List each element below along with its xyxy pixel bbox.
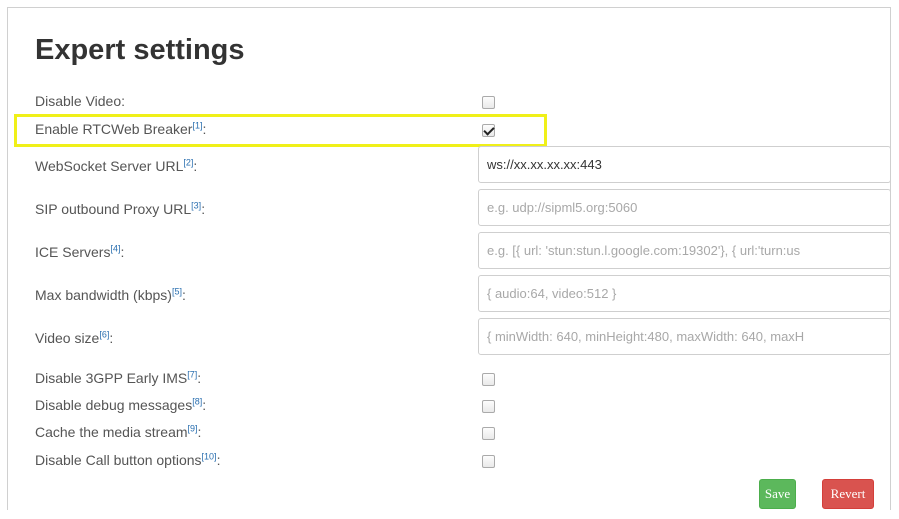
label-disable-video: Disable Video:: [35, 93, 125, 109]
cache-media-checkbox[interactable]: [482, 427, 495, 440]
enable-rtcweb-breaker-checkbox[interactable]: [482, 124, 495, 137]
save-button[interactable]: Save: [759, 479, 796, 509]
label-colon: :: [197, 370, 202, 386]
label-text: Disable debug messages: [35, 397, 193, 413]
footnote-link[interactable]: [1]: [192, 120, 202, 130]
footnote-link[interactable]: [8]: [192, 396, 202, 406]
label-text: Video size: [35, 330, 100, 346]
footnote-link[interactable]: [2]: [183, 157, 193, 167]
label-websocket-url: WebSocket Server URL[2]:: [35, 158, 197, 174]
label-text: ICE Servers: [35, 244, 111, 260]
max-bandwidth-input[interactable]: { audio:64, video:512 }: [478, 275, 891, 312]
label-disable-3gpp: Disable 3GPP Early IMS[7]:: [35, 370, 201, 386]
label-text: Disable Video: [35, 93, 122, 109]
revert-button[interactable]: Revert: [822, 479, 874, 509]
page-title: Expert settings: [35, 34, 245, 66]
label-disable-call-options: Disable Call button options[10]:: [35, 452, 220, 468]
label-colon: :: [121, 93, 126, 109]
label-colon: :: [201, 201, 206, 217]
label-colon: :: [197, 424, 202, 440]
label-text: Disable Call button options: [35, 452, 202, 468]
label-colon: :: [120, 244, 125, 260]
ice-servers-input[interactable]: e.g. [{ url: 'stun:stun.l.google.com:193…: [478, 232, 891, 269]
disable-call-options-checkbox[interactable]: [482, 455, 495, 468]
label-ice-servers: ICE Servers[4]:: [35, 244, 124, 260]
label-colon: :: [202, 121, 207, 137]
label-sip-proxy-url: SIP outbound Proxy URL[3]:: [35, 201, 205, 217]
disable-debug-checkbox[interactable]: [482, 400, 495, 413]
footnote-link[interactable]: [10]: [202, 451, 217, 461]
label-colon: :: [193, 158, 198, 174]
label-colon: :: [202, 397, 207, 413]
label-disable-debug: Disable debug messages[8]:: [35, 397, 206, 413]
footnote-link[interactable]: [5]: [172, 286, 182, 296]
video-size-input[interactable]: { minWidth: 640, minHeight:480, maxWidth…: [478, 318, 891, 355]
label-text: Disable 3GPP Early IMS: [35, 370, 188, 386]
label-colon: :: [109, 330, 114, 346]
label-enable-rtcweb-breaker: Enable RTCWeb Breaker[1]:: [35, 121, 206, 137]
footnote-link[interactable]: [9]: [188, 423, 198, 433]
label-colon: :: [181, 287, 186, 303]
websocket-url-input[interactable]: ws://xx.xx.xx.xx:443: [478, 146, 891, 183]
disable-video-checkbox[interactable]: [482, 96, 495, 109]
label-text: Enable RTCWeb Breaker: [35, 121, 193, 137]
label-colon: :: [216, 452, 221, 468]
label-text: Cache the media stream: [35, 424, 188, 440]
label-cache-media: Cache the media stream[9]:: [35, 424, 201, 440]
disable-3gpp-checkbox[interactable]: [482, 373, 495, 386]
label-max-bandwidth: Max bandwidth (kbps)[5]:: [35, 287, 186, 303]
label-video-size: Video size[6]:: [35, 330, 113, 346]
footnote-link[interactable]: [3]: [191, 200, 201, 210]
footnote-link[interactable]: [6]: [99, 329, 109, 339]
footnote-link[interactable]: [7]: [187, 369, 197, 379]
label-text: WebSocket Server URL: [35, 158, 184, 174]
label-text: Max bandwidth (kbps): [35, 287, 172, 303]
footnote-link[interactable]: [4]: [110, 243, 120, 253]
sip-proxy-url-input[interactable]: e.g. udp://sipml5.org:5060: [478, 189, 891, 226]
label-text: SIP outbound Proxy URL: [35, 201, 192, 217]
